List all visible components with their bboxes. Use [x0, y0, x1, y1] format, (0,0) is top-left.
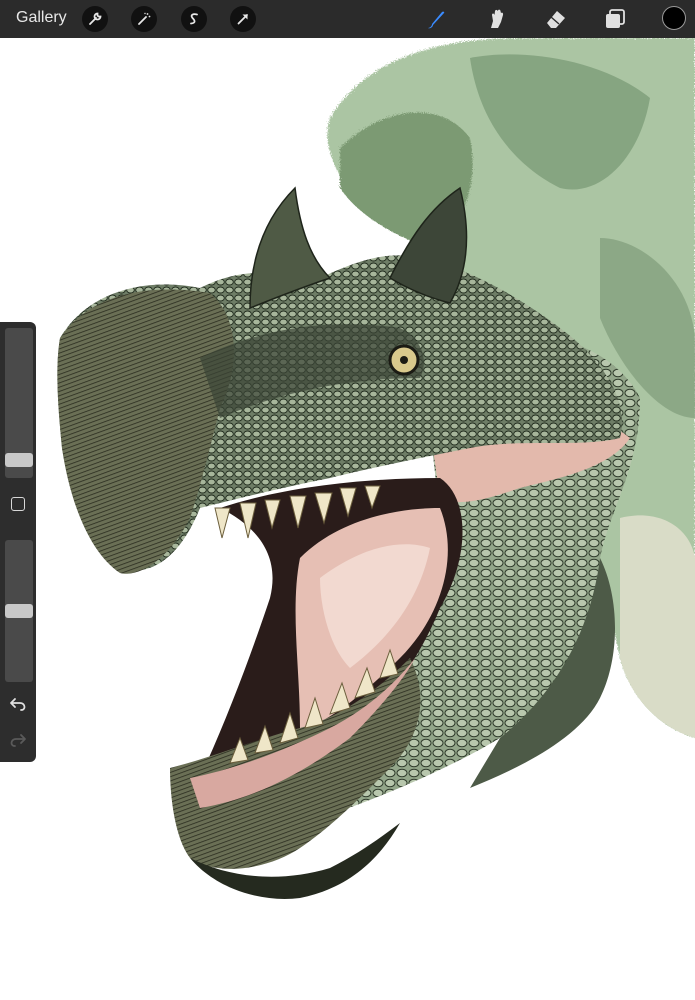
dinosaur-head-illustration — [57, 38, 695, 899]
gallery-button[interactable]: Gallery — [16, 9, 67, 27]
redo-button[interactable] — [9, 732, 27, 748]
left-sidebar — [0, 322, 36, 762]
selection-button[interactable] — [181, 6, 207, 32]
transform-button[interactable] — [230, 6, 256, 32]
eraser-tool-button[interactable] — [544, 7, 568, 31]
redo-icon — [10, 734, 26, 747]
selection-s-icon — [190, 13, 198, 25]
undo-button[interactable] — [9, 696, 27, 712]
undo-icon — [10, 698, 26, 711]
modify-square-icon[interactable] — [11, 497, 25, 511]
magic-wand-icon — [138, 12, 151, 25]
smudge-icon — [491, 9, 504, 28]
smudge-tool-button[interactable] — [484, 7, 508, 31]
adjustments-button[interactable] — [131, 6, 157, 32]
actions-wrench-button[interactable] — [82, 6, 108, 32]
brush-icon — [428, 11, 445, 29]
transform-arrow-icon — [237, 14, 248, 25]
opacity-handle[interactable] — [5, 604, 33, 618]
brush-size-handle[interactable] — [5, 453, 33, 468]
layers-icon — [606, 9, 625, 28]
brush-tool-button[interactable] — [424, 7, 448, 31]
layers-button[interactable] — [603, 7, 627, 31]
color-picker-button[interactable] — [662, 6, 686, 30]
eraser-icon — [547, 11, 565, 28]
top-toolbar: Gallery — [0, 0, 695, 38]
drawing-canvas[interactable] — [0, 38, 695, 1000]
wrench-icon — [89, 12, 102, 25]
